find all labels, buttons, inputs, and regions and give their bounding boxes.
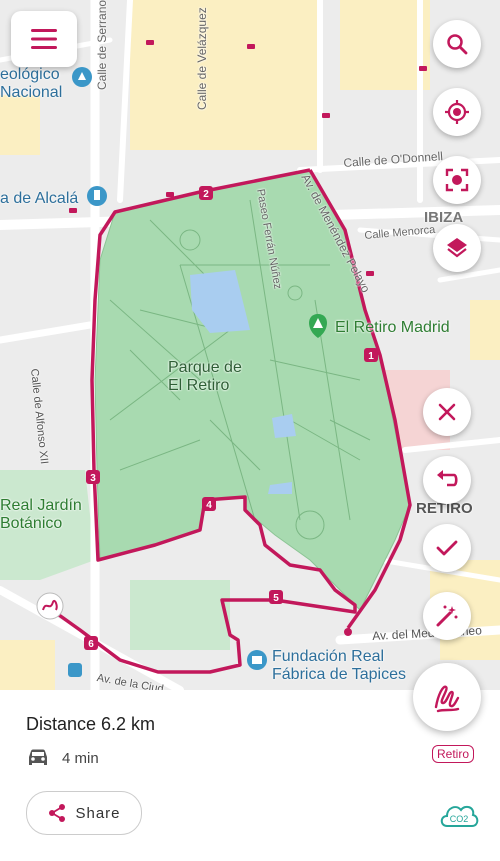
map-label-retiro-madrid: El Retiro Madrid [335,319,450,336]
undo-icon [437,470,458,487]
area-tag: Retiro [432,745,475,763]
co2-badge[interactable]: CO2 [438,798,480,837]
search-icon [447,34,468,55]
map-label-jardin: Real Jardín Botánico [0,497,82,533]
waypoint-5-label: 5 [273,593,279,604]
share-button[interactable]: Share [26,791,142,835]
share-icon [49,804,66,822]
search-button[interactable] [433,20,481,68]
map-label-museo: eológico Nacional [0,66,63,102]
layers-button[interactable] [433,224,481,272]
close-icon [438,403,456,421]
map-label-fundacion: Fundación Real Fábrica de Tapices [272,648,406,684]
confirm-button[interactable] [423,524,471,572]
map-label-parque: Parque de El Retiro [168,359,242,395]
menu-icon [31,29,57,49]
magic-wand-button[interactable] [423,592,471,640]
locate-icon [445,100,469,124]
fit-screen-icon [445,168,469,192]
waypoint-2-label: 2 [203,189,209,200]
waypoint-1-label: 1 [368,351,374,362]
co2-label: CO2 [450,814,469,824]
map-label-velazquez: Calle de Velázquez [195,7,209,110]
waypoint-6-label: 6 [88,639,94,650]
waypoint-3-label: 3 [90,473,96,484]
menu-button[interactable] [11,11,77,67]
share-label: Share [75,804,121,822]
waypoint-4-label: 4 [206,500,212,511]
duration-row: 4 min [26,748,99,768]
undo-button[interactable] [423,456,471,504]
layers-icon [447,238,467,258]
locate-button[interactable] [433,88,481,136]
map-label-alcala: a de Alcalá [0,190,79,207]
freehand-draw-button[interactable] [413,663,481,731]
freehand-draw-icon [434,685,460,713]
map-view[interactable]: 1 2 3 4 5 6 eológico Nacional Calle de Serrano… [0,0,500,700]
magic-wand-icon [436,605,458,627]
route-duration: 4 min [62,749,99,767]
check-icon [436,540,458,556]
route-distance: Distance 6.2 km [26,714,156,734]
car-icon [29,749,47,765]
co2-cloud-icon: CO2 [440,805,479,827]
close-route-button[interactable] [423,388,471,436]
fit-screen-button[interactable] [433,156,481,204]
map-label-serrano: Calle de Serrano [95,0,109,90]
